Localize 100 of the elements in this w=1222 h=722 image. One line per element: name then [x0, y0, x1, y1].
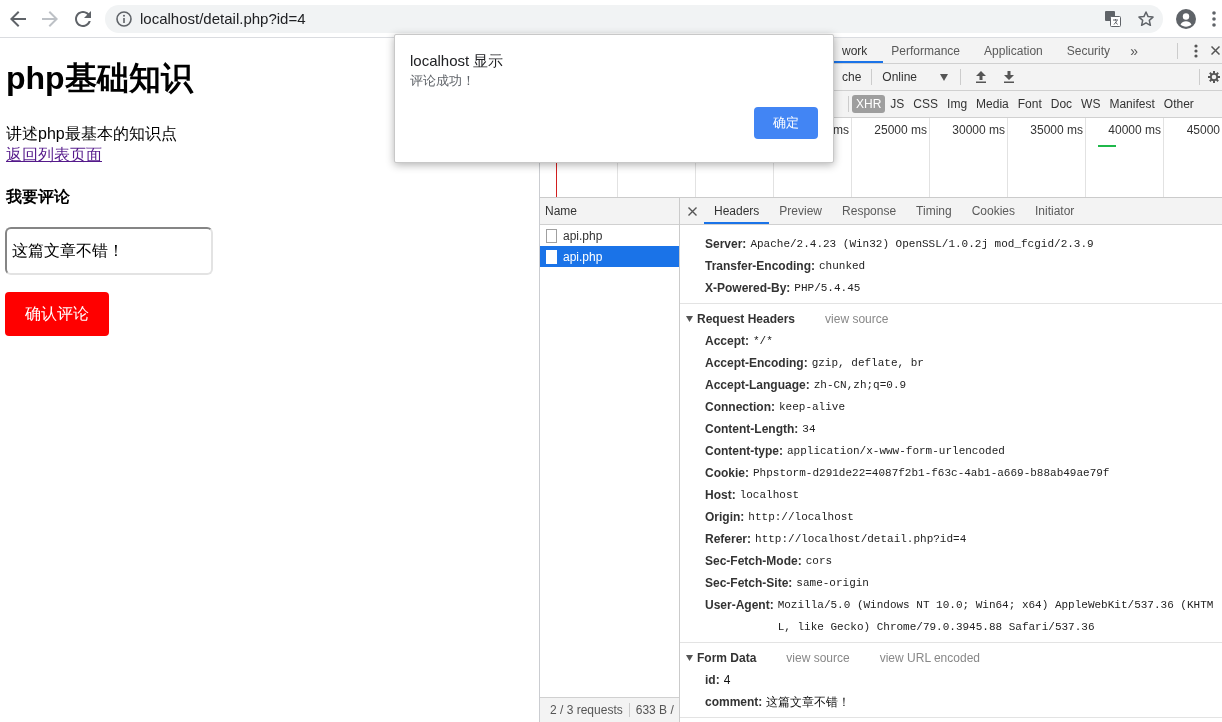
address-bar[interactable]: localhost/detail.php?id=4	[105, 4, 1163, 33]
detail-tab[interactable]: Headers	[704, 198, 770, 224]
close-icon[interactable]	[688, 206, 697, 216]
download-icon[interactable]	[1003, 71, 1016, 83]
more-tabs-button[interactable]: »	[1126, 38, 1144, 63]
caret-icon	[940, 73, 949, 81]
request-row[interactable]: api.php	[540, 246, 679, 267]
header-value: PHP/5.4.45	[794, 281, 861, 296]
devtools-tab[interactable]: Performance	[883, 38, 977, 63]
time-label: ms	[833, 123, 849, 137]
menu-icon[interactable]	[1194, 43, 1198, 58]
description-text: 讲述php最基本的知识点	[6, 125, 177, 142]
comment-heading: 我要评论	[6, 187, 70, 207]
section-title[interactable]: Request Headers	[697, 312, 796, 326]
header-name: Sec-Fetch-Site:	[705, 575, 793, 592]
upload-icon[interactable]	[975, 71, 988, 83]
page-title: php基础知识	[6, 60, 193, 97]
header-name: User-Agent:	[705, 597, 774, 614]
header-name: Accept-Language:	[705, 377, 810, 394]
alert-title: localhost 显示	[410, 52, 504, 69]
header-name: Connection:	[705, 399, 775, 416]
header-value: http://localhost/detail.php?id=4	[755, 532, 967, 547]
detail-tab[interactable]: Response	[832, 198, 907, 224]
form-field-value: 4	[723, 672, 731, 689]
close-icon[interactable]	[1211, 46, 1220, 55]
header-name: Transfer-Encoding:	[705, 258, 815, 275]
devtools-tab[interactable]: Security	[1058, 38, 1127, 63]
header-name: Content-type:	[705, 443, 783, 460]
file-icon	[546, 249, 557, 264]
request-count: 2 / 3 requests	[550, 703, 623, 717]
time-label: 35000 ms	[1030, 123, 1083, 137]
header-name: X-Powered-By:	[705, 280, 791, 297]
section-link[interactable]: view source	[825, 312, 889, 326]
time-label: 40000 ms	[1108, 123, 1161, 137]
filter-button[interactable]: Img	[943, 95, 972, 113]
header-value: 34	[802, 422, 816, 437]
file-icon	[546, 228, 557, 243]
header-value: application/x-www-form-urlencoded	[787, 444, 1005, 459]
header-name: Content-Length:	[705, 421, 799, 438]
time-label: 45000	[1186, 123, 1220, 137]
filter-button[interactable]: Doc	[1046, 95, 1077, 113]
detail-tab[interactable]: Initiator	[1025, 198, 1085, 224]
time-label: 25000 ms	[874, 123, 927, 137]
filter-button[interactable]: WS	[1077, 95, 1105, 113]
header-value: gzip, deflate, br	[811, 356, 924, 371]
header-value: chunked	[819, 259, 866, 274]
request-row[interactable]: api.php	[540, 225, 679, 246]
header-value: keep-alive	[779, 400, 845, 415]
time-label: 30000 ms	[952, 123, 1005, 137]
throttle-dropdown[interactable]: Online	[882, 70, 951, 84]
header-name: Host:	[705, 487, 736, 504]
submit-button[interactable]: 确认评论	[5, 292, 109, 336]
header-value: localhost	[739, 488, 800, 503]
section-link[interactable]: view source	[786, 651, 850, 665]
gear-icon[interactable]	[1208, 71, 1220, 83]
header-name: Accept:	[705, 333, 749, 350]
header-value: cors	[805, 554, 833, 569]
star-icon[interactable]	[1138, 10, 1154, 27]
comment-input[interactable]: 这篇文章不错！	[5, 227, 213, 275]
header-value: */*	[753, 334, 773, 349]
translate-icon[interactable]	[1105, 10, 1121, 27]
detail-tab[interactable]: Timing	[906, 198, 962, 224]
header-name: Accept-Encoding:	[705, 355, 808, 372]
alert-message: 评论成功！	[410, 73, 475, 88]
header-name: Cookie:	[705, 465, 749, 482]
form-field-value: 这篇文章不错！	[766, 694, 851, 711]
back-link[interactable]: 返回列表页面	[6, 146, 102, 163]
triangle-icon[interactable]	[686, 316, 693, 322]
header-value: Apache/2.4.23 (Win32) OpenSSL/1.0.2j mod_fcgid/2.3.9	[750, 237, 1094, 252]
header-name: Origin:	[705, 509, 745, 526]
menu-icon[interactable]	[1212, 10, 1216, 27]
section-title[interactable]: Form Data	[697, 651, 757, 665]
form-field-name: id:	[705, 672, 720, 689]
info-icon	[116, 10, 132, 27]
reload-icon[interactable]	[75, 10, 91, 27]
filter-button[interactable]: Manifest	[1105, 95, 1159, 113]
triangle-icon[interactable]	[686, 655, 693, 661]
filter-button[interactable]: JS	[886, 95, 909, 113]
header-value: Mozilla/5.0 (Windows NT 10.0; Win64; x64) AppleWebKit/537.36 (KHTML, like Gecko) Chrome/79.0.3945.88 Safari/537.36	[777, 598, 1215, 635]
transfer-size: 633 B /	[635, 703, 674, 717]
form-field-name: comment:	[705, 694, 763, 711]
header-value: zh-CN,zh;q=0.9	[813, 378, 907, 393]
header-name: Server:	[705, 236, 747, 253]
header-value: same-origin	[796, 576, 869, 591]
filter-button[interactable]: Other	[1159, 95, 1198, 113]
header-name: Sec-Fetch-Mode:	[705, 553, 802, 570]
detail-tab[interactable]: Preview	[769, 198, 833, 224]
column-header[interactable]: Name	[540, 198, 679, 225]
back-arrow-icon[interactable]	[10, 10, 26, 27]
devtools-tab[interactable]: Application	[976, 38, 1059, 63]
ok-button[interactable]: 确定	[754, 107, 818, 139]
filter-button[interactable]: CSS	[909, 95, 943, 113]
header-value: http://localhost	[748, 510, 854, 525]
section-link[interactable]: view URL encoded	[879, 651, 980, 665]
toolbar-label[interactable]: che	[834, 70, 862, 84]
account-icon[interactable]	[1176, 8, 1196, 29]
filter-button[interactable]: Media	[972, 95, 1013, 113]
filter-button[interactable]: Font	[1013, 95, 1046, 113]
detail-tab[interactable]: Cookies	[961, 198, 1025, 224]
header-name: Referer:	[705, 531, 752, 548]
